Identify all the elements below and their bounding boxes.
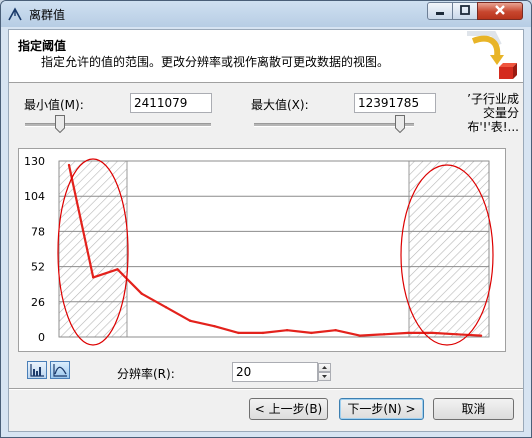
wizard-header: 指定阈值 指定允许的值的范围。更改分辨率或视作离散可更改数据的视图。 [9,30,523,83]
data-point [188,319,192,322]
maximize-icon [460,5,470,15]
page-title: 指定阈值 [18,39,67,53]
resolution-input[interactable]: 20 [232,362,318,382]
y-tick-label: 104 [24,190,45,203]
y-tick-label: 78 [31,225,45,238]
y-tick-label: 26 [31,296,45,309]
data-point [285,329,289,332]
data-point [237,331,240,335]
data-point [92,276,95,279]
y-tick-label: 0 [38,331,45,344]
dialog-window: 离群值 指定阈值 指定允许的值的范围。更改分辨率或视作离散可更改数据的视图。 最… [0,0,532,438]
spin-up-button[interactable] [318,363,331,372]
data-point [213,324,216,328]
data-source-line-3: 布'!'表!... [467,120,519,134]
data-point [382,333,386,336]
line-chart-view-button[interactable] [50,361,70,379]
close-icon [495,5,505,15]
wizard-body: 指定阈值 指定允许的值的范围。更改分辨率或视作离散可更改数据的视图。 最小值(M… [8,29,524,432]
chevron-up-icon [322,366,327,369]
wizard-arrow-icon [8,7,22,21]
data-point [116,268,119,271]
data-source-line-2: 交量分 [482,106,519,120]
spin-down-button[interactable] [318,372,331,381]
chevron-down-icon [322,375,327,378]
outlier-chart: 0 26 52 78 104 130 [18,148,506,352]
data-point [67,163,71,167]
title-bar[interactable]: 离群值 [1,1,531,27]
data-point [261,331,265,335]
outlier-chart-svg[interactable]: 0 26 52 78 104 130 [19,149,505,351]
bar-chart-view-button[interactable] [27,361,47,379]
cube-arrow-icon [467,31,517,79]
window-title: 离群值 [29,8,66,22]
page-subtitle: 指定允许的值的范围。更改分辨率或视作离散可更改数据的视图。 [41,55,390,69]
data-point [358,334,362,337]
minimize-button[interactable] [427,2,453,20]
max-value-label: 最大值(X): [251,98,309,112]
data-point [479,334,483,337]
y-tick-label: 130 [24,155,45,168]
y-tick-label: 52 [31,261,45,274]
line-chart-view-icon [53,364,67,377]
min-value-input[interactable]: 2411079 [130,93,212,113]
data-point [431,331,434,335]
data-point [164,306,168,309]
min-slider-thumb[interactable] [55,115,65,133]
min-value-label: 最小值(M): [24,98,84,112]
resolution-spinner[interactable] [318,363,332,381]
close-button[interactable] [477,2,523,20]
back-button[interactable]: < 上一步(B) [249,398,328,420]
resolution-label: 分辨率(R): [117,367,175,381]
data-point [455,333,458,336]
data-point [334,329,337,332]
data-point [310,331,313,335]
data-source-line-1: ’子行业成 [467,92,519,106]
footer-divider [9,388,523,390]
min-slider-track[interactable] [25,123,211,127]
cancel-button[interactable]: 取消 [433,398,514,420]
minimize-icon [436,12,444,15]
next-button[interactable]: 下一步(N) > [339,398,424,420]
excluded-range-left [58,160,128,338]
bar-chart-view-icon [30,364,44,377]
data-source-label: ’子行业成 交量分 布'!'表!... [423,92,519,134]
data-point [140,292,143,295]
max-slider-thumb[interactable] [395,115,405,133]
maximize-button[interactable] [452,2,478,20]
data-point [407,331,410,335]
max-slider-track[interactable] [254,123,414,127]
